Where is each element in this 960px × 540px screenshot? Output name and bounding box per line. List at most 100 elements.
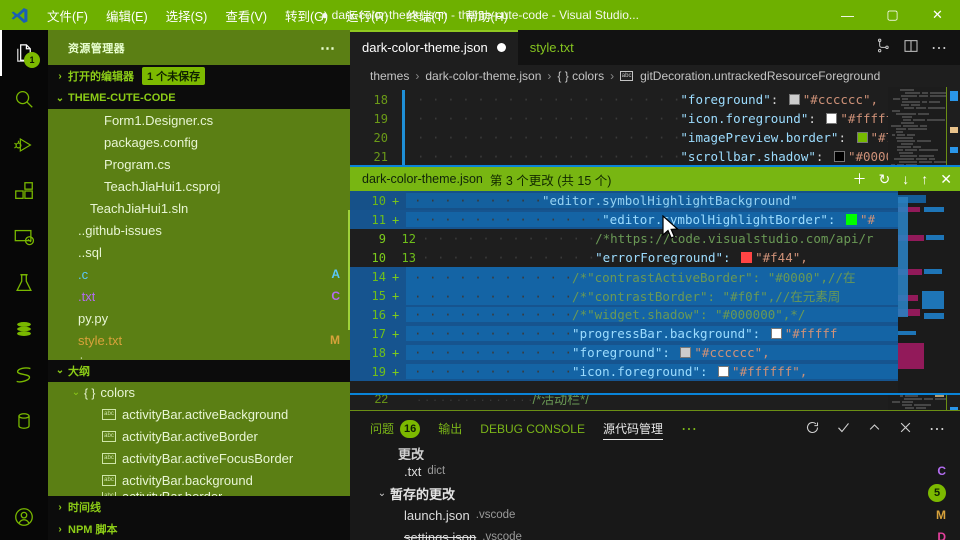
diff-line[interactable]: 18 + · · · · · · · · · · ·"foreground": …	[350, 343, 960, 362]
maximize-button[interactable]: ▢	[870, 0, 915, 30]
section-npm-scripts[interactable]: › NPM 脚本	[48, 518, 350, 540]
menu-terminal[interactable]: 终端(T)	[397, 0, 456, 30]
diff-minimap[interactable]	[898, 191, 960, 393]
file-item[interactable]: py.py	[48, 307, 350, 329]
breadcrumb-folder[interactable]: themes	[370, 69, 409, 83]
section-open-editors[interactable]: › 打开的编辑器 1 个未保存	[48, 65, 350, 87]
panel-tab-source-control[interactable]: 源代码管理	[602, 411, 664, 446]
panel-more-tabs-icon[interactable]: ⋯	[681, 411, 698, 446]
file-item[interactable]: TeachJiaHui1.sln	[48, 197, 350, 219]
outline-item[interactable]: abc activityBar.activeFocusBorder	[48, 448, 350, 470]
breadcrumb-symbol-colors[interactable]: { } colors	[557, 69, 604, 83]
menu-selection[interactable]: 选择(S)	[157, 0, 217, 30]
section-timeline[interactable]: › 时间线	[48, 496, 350, 518]
diff-line[interactable]: 19 + · · · · · · · · · · ·"icon.foregrou…	[350, 362, 960, 381]
menu-run[interactable]: 运行(R)	[337, 0, 397, 30]
menu-help[interactable]: 帮助(H)	[456, 0, 516, 30]
activity-search[interactable]	[0, 76, 48, 122]
breadcrumb-symbol-prop[interactable]: gitDecoration.untrackedResourceForegroun…	[640, 69, 880, 83]
scm-file-row[interactable]: .txt dict C	[350, 460, 960, 482]
diff-line[interactable]: 15 + · · · · · · · · · · ·/*"contrastBor…	[350, 286, 960, 305]
split-editor-icon[interactable]	[875, 38, 891, 57]
scm-group-header-partial[interactable]: 更改	[350, 446, 960, 461]
breadcrumb-file[interactable]: dark-color-theme.json	[425, 69, 541, 83]
diff-line[interactable]: 11 + · · · · · · · · · · · · ·"editor.sy…	[350, 210, 960, 229]
code-line[interactable]: 20 · · · · · · · · · · · · · · · · · ·"i…	[350, 128, 960, 147]
outline-item[interactable]: abc activityBar.activeBorder	[48, 426, 350, 448]
refresh-icon[interactable]	[805, 420, 820, 438]
diff-line[interactable]: 9 12 · · · · · · · · · · · ·/*https://co…	[350, 229, 960, 248]
scm-group-staged[interactable]: ⌄ 暂存的更改 5	[350, 482, 960, 504]
diff-old-line-number: 10	[371, 250, 386, 265]
panel-tab-debug-console[interactable]: DEBUG CONSOLE	[480, 411, 585, 446]
dirty-indicator-icon[interactable]	[496, 43, 506, 52]
diff-line[interactable]: 16 + · · · · · · · · · · ·/*"widget.shad…	[350, 305, 960, 324]
tab-style-txt[interactable]: style.txt	[517, 30, 586, 65]
tab-dark-color-theme[interactable]: dark-color-theme.json	[350, 30, 518, 65]
diff-line[interactable]: 17 + · · · · · · · · · · ·"progressBar.b…	[350, 324, 960, 343]
panel-tab-problems[interactable]: 问题 16	[370, 411, 421, 446]
file-item[interactable]: .c A	[48, 263, 350, 285]
split-layout-icon[interactable]	[903, 38, 919, 57]
code-line[interactable]: 19 · · · · · · · · · · · · · · · · · ·"i…	[350, 109, 960, 128]
previous-change-icon[interactable]: ↑	[921, 171, 928, 187]
sidebar-more-icon[interactable]: ⋯	[320, 39, 342, 57]
diff-line[interactable]: 10 + · · · · · · · · ·"editor.symbolHigh…	[350, 191, 960, 210]
diff-body[interactable]: 10 + · · · · · · · · ·"editor.symbolHigh…	[350, 191, 960, 393]
code-line[interactable]: 18 · · · · · · · · · · · · · · · · · ·"f…	[350, 90, 960, 109]
activity-sqlserver[interactable]	[0, 352, 48, 398]
activity-remote[interactable]	[0, 214, 48, 260]
revert-icon[interactable]: ↻	[879, 171, 891, 188]
add-icon[interactable]: ＋	[853, 169, 867, 189]
menu-edit[interactable]: 编辑(E)	[97, 0, 157, 30]
more-actions-icon[interactable]: ⋯	[929, 419, 946, 439]
minimap-line	[928, 107, 945, 109]
file-item[interactable]: TeachJiaHui1.csproj	[48, 175, 350, 197]
file-item[interactable]: style.txt M	[48, 329, 350, 351]
scm-file-row[interactable]: settings.json .vscode D	[350, 526, 960, 540]
activity-explorer[interactable]: 1	[0, 30, 48, 76]
diff-line[interactable]: 14 + · · · · · · · · · · ·/*"contrastAct…	[350, 267, 960, 286]
file-item[interactable]: ..sql	[48, 241, 350, 263]
panel-tab-output[interactable]: 输出	[438, 411, 462, 446]
file-item[interactable]: .txt C	[48, 285, 350, 307]
menu-bar[interactable]: 文件(F) 编辑(E) 选择(S) 查看(V) 转到(G) 运行(R) 终端(T…	[38, 0, 517, 30]
menu-file[interactable]: 文件(F)	[38, 0, 97, 30]
commit-check-icon[interactable]	[836, 420, 851, 438]
close-icon[interactable]: ✕	[940, 171, 952, 188]
activity-debug[interactable]	[0, 122, 48, 168]
activity-storage[interactable]	[0, 398, 48, 444]
section-workspace[interactable]: ⌄ THEME-CUTE-CODE	[48, 87, 350, 109]
next-change-icon[interactable]: ↓	[902, 171, 909, 187]
scm-file-row[interactable]: launch.json .vscode M	[350, 504, 960, 526]
minimize-button[interactable]: —	[825, 0, 870, 30]
activity-testing[interactable]	[0, 260, 48, 306]
file-item[interactable]: packages.config	[48, 131, 350, 153]
file-item[interactable]: Program.cs	[48, 153, 350, 175]
code-line[interactable]: 21 · · · · · · · · · · · · · · · · · ·"s…	[350, 147, 960, 166]
account-icon	[15, 508, 33, 526]
menu-view[interactable]: 查看(V)	[216, 0, 276, 30]
close-icon[interactable]	[898, 420, 913, 438]
activity-account[interactable]	[0, 494, 48, 540]
outline-item[interactable]: abc activityBar.background	[48, 470, 350, 492]
close-button[interactable]: ✕	[915, 0, 960, 30]
menu-go[interactable]: 转到(G)	[276, 0, 337, 30]
debug-icon	[14, 137, 32, 153]
section-outline[interactable]: ⌄ 大纲	[48, 359, 350, 382]
collapse-icon[interactable]	[867, 420, 882, 438]
window-controls[interactable]: — ▢ ✕	[825, 0, 960, 30]
outline-root-item[interactable]: ⌄ { } colors	[48, 382, 350, 404]
outline-item[interactable]: abc activityBar.activeBackground	[48, 404, 350, 426]
activity-extensions[interactable]	[0, 168, 48, 214]
string-symbol-icon: abc	[102, 453, 116, 465]
diff-code-text: · · · · · · · · · · ·"foreground": "#ccc…	[406, 345, 960, 360]
folder-item[interactable]: › images	[48, 351, 350, 360]
minimap-line	[930, 92, 946, 94]
file-item[interactable]: ..github-issues	[48, 219, 350, 241]
activity-database[interactable]	[0, 306, 48, 352]
file-item[interactable]: Form1.Designer.cs	[48, 109, 350, 131]
code-editor[interactable]: 18 · · · · · · · · · · · · · · · · · ·"f…	[350, 87, 960, 410]
more-actions-icon[interactable]: ⋯	[931, 38, 948, 58]
diff-line[interactable]: 10 13 · · · · · · · · · · · ·"errorForeg…	[350, 248, 960, 267]
